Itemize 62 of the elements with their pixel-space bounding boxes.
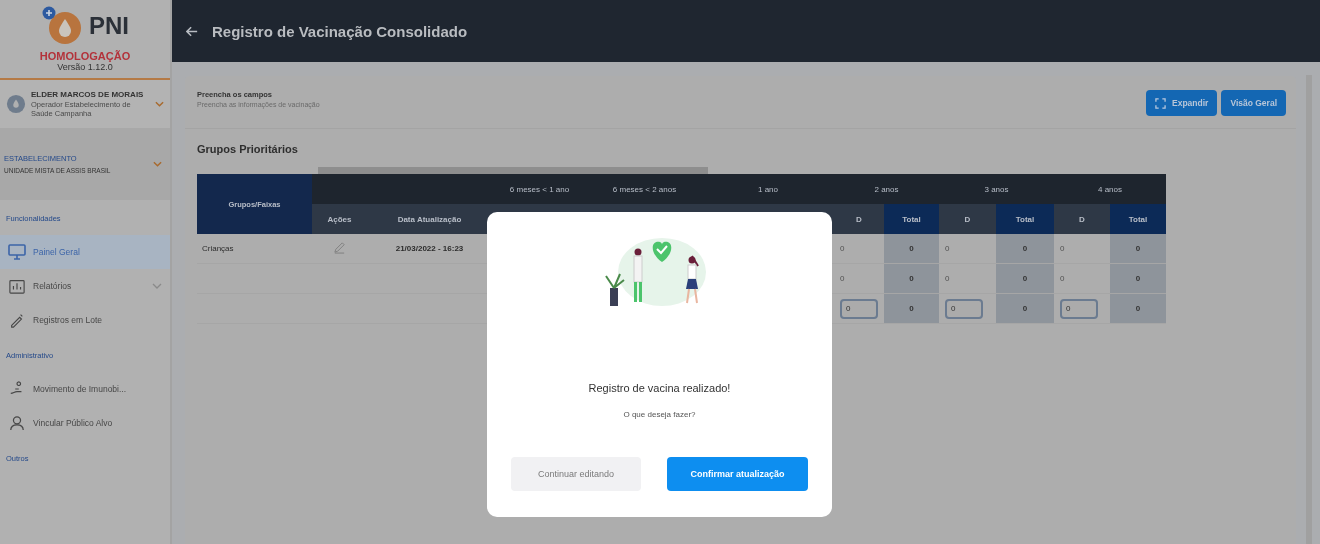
column-header: Total: [996, 204, 1054, 234]
table-cell: 0: [909, 244, 914, 253]
table-cell: 0: [1060, 274, 1065, 283]
continue-editing-button[interactable]: Continuar editando: [511, 457, 641, 491]
input-field[interactable]: 0: [1060, 298, 1098, 319]
version-label: Versão 1.12.0: [57, 62, 113, 72]
overview-button[interactable]: Visão Geral: [1221, 90, 1286, 116]
dialog-title: Registro de vacina realizado!: [588, 382, 731, 394]
horizontal-scrollbar[interactable]: [318, 167, 708, 174]
table-cell: 0: [1022, 274, 1028, 283]
person-icon: [8, 415, 26, 432]
dialog-message: O que deseja fazer?: [623, 410, 696, 419]
nav-item[interactable]: Movimento de Imunobi...: [0, 372, 170, 407]
nav-item[interactable]: Registros em Lote: [0, 303, 170, 338]
logo-text: PNI: [89, 12, 129, 40]
input-field[interactable]: 0: [840, 298, 878, 319]
table-cell: 21/03/2022 - 16:23: [395, 244, 464, 253]
table-cell: 0: [909, 304, 914, 313]
column-header: D: [939, 204, 996, 234]
table-cell: 0: [1135, 244, 1141, 253]
column-header: Total: [1110, 204, 1166, 234]
section-title: Grupos Prioritários: [196, 142, 299, 157]
column-group-header: 1 ano: [702, 174, 834, 204]
confirm-button[interactable]: Confirmar atualização: [667, 457, 808, 491]
column-header: D: [1054, 204, 1110, 234]
column-group-header: 6 meses < 1 ano: [492, 174, 587, 204]
nav-item[interactable]: Vincular Público Alvo: [0, 406, 170, 441]
chevron-down-icon: [153, 161, 162, 168]
chevron-down-icon[interactable]: [155, 101, 164, 108]
column-header: Total: [884, 204, 939, 234]
table-cell: 0: [909, 274, 914, 283]
nav-item[interactable]: Relatórios: [0, 269, 170, 304]
avatar-icon: [6, 94, 26, 115]
table-cell: 0: [840, 274, 845, 283]
column-group-header: 4 anos: [1054, 174, 1166, 204]
table-cell: 0: [1022, 244, 1028, 253]
table-cell: 0: [1022, 304, 1028, 313]
page-title: Registro de Vacinação Consolidado: [212, 22, 468, 40]
table-cell: 0: [840, 244, 845, 253]
report-icon: [8, 278, 26, 295]
pencil-icon[interactable]: [333, 241, 346, 254]
table-cell: 0: [945, 244, 950, 253]
column-header: Data Atualização: [367, 204, 492, 234]
column-group-header: 6 meses < 2 anos: [587, 174, 702, 204]
environment-label: HOMOLOGAÇÃO: [39, 50, 131, 62]
nav-item[interactable]: Painel Geral: [0, 235, 170, 270]
back-arrow-icon[interactable]: [186, 25, 198, 37]
table-cell: 0: [1135, 304, 1141, 313]
user-name: ELDER MARCOS DE MORAIS: [31, 90, 145, 100]
monitor-icon: [8, 244, 26, 261]
column-header: Ações: [312, 204, 367, 234]
table-cell: 0: [1135, 274, 1141, 283]
column-group-header: 2 anos: [834, 174, 939, 204]
expand-button[interactable]: Expandir: [1146, 90, 1218, 116]
input-field[interactable]: 0: [945, 298, 983, 319]
table-cell: 0: [945, 274, 950, 283]
column-group-header: 3 anos: [939, 174, 1054, 204]
expand-icon: [1155, 97, 1166, 109]
table-cell: 0: [1060, 244, 1065, 253]
chevron-down-icon: [152, 283, 162, 290]
column-header: D: [834, 204, 884, 234]
table-cell: Crianças: [202, 244, 234, 253]
